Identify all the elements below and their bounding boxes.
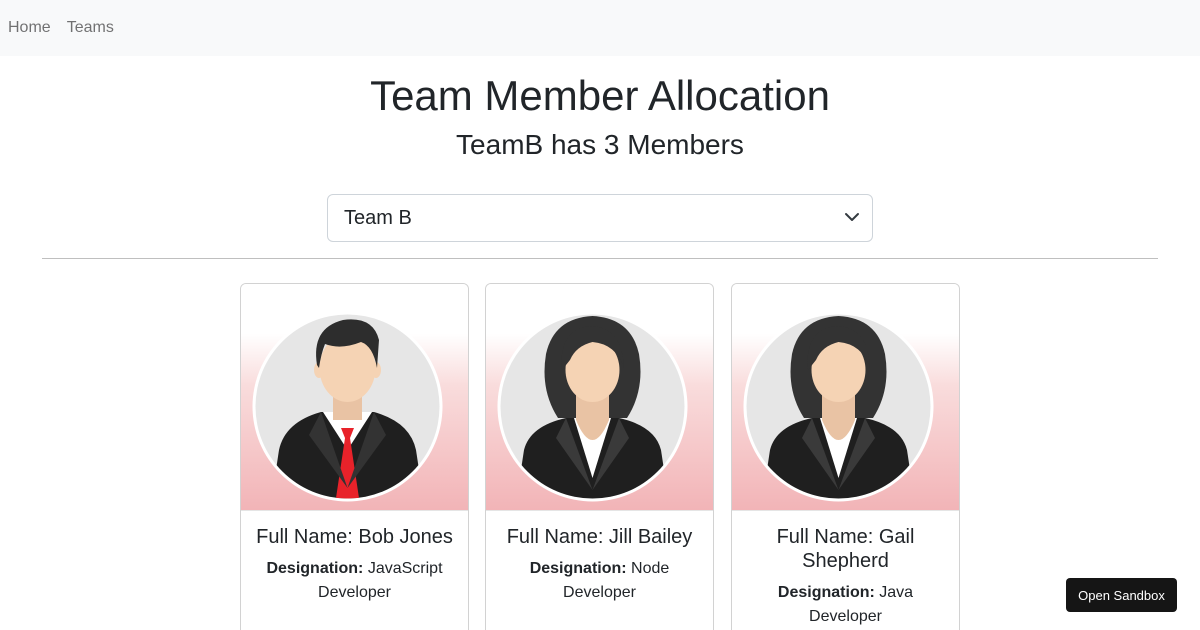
nav-link-home[interactable]: Home bbox=[8, 19, 51, 37]
page-title: Team Member Allocation bbox=[370, 72, 830, 119]
open-sandbox-button[interactable]: Open Sandbox bbox=[1066, 578, 1177, 612]
nav-link-teams[interactable]: Teams bbox=[67, 19, 114, 37]
member-designation: Designation: Java Developer bbox=[742, 581, 949, 629]
chevron-down-icon bbox=[845, 213, 859, 221]
card-image bbox=[486, 284, 713, 511]
team-select[interactable]: Team B bbox=[327, 194, 873, 242]
member-name: Full Name: Gail Shepherd bbox=[776, 526, 915, 572]
team-select-value: Team B bbox=[344, 206, 412, 229]
member-designation: Designation: JavaScript Developer bbox=[251, 557, 458, 605]
member-card[interactable]: Full Name: Bob Jones Designation: JavaSc… bbox=[240, 283, 469, 630]
member-name: Full Name: Jill Bailey bbox=[506, 526, 693, 548]
designation-label: Designation: bbox=[529, 560, 627, 577]
divider bbox=[42, 258, 1158, 259]
card-image bbox=[732, 284, 959, 511]
member-count-subtitle: TeamB has 3 Members bbox=[456, 129, 744, 160]
designation-label: Designation: bbox=[266, 560, 364, 577]
male-avatar-icon bbox=[252, 311, 443, 502]
member-card[interactable]: Full Name: Jill Bailey Designation: Node… bbox=[485, 283, 714, 630]
card-image bbox=[241, 284, 468, 511]
member-name: Full Name: Bob Jones bbox=[256, 526, 453, 548]
female-avatar-icon bbox=[743, 311, 934, 502]
navbar: Home Teams bbox=[0, 0, 1200, 56]
designation-label: Designation: bbox=[777, 584, 875, 601]
female-avatar-icon bbox=[497, 311, 688, 502]
member-card[interactable]: Full Name: Gail Shepherd Designation: Ja… bbox=[731, 283, 960, 630]
member-designation: Designation: Node Developer bbox=[496, 557, 703, 605]
